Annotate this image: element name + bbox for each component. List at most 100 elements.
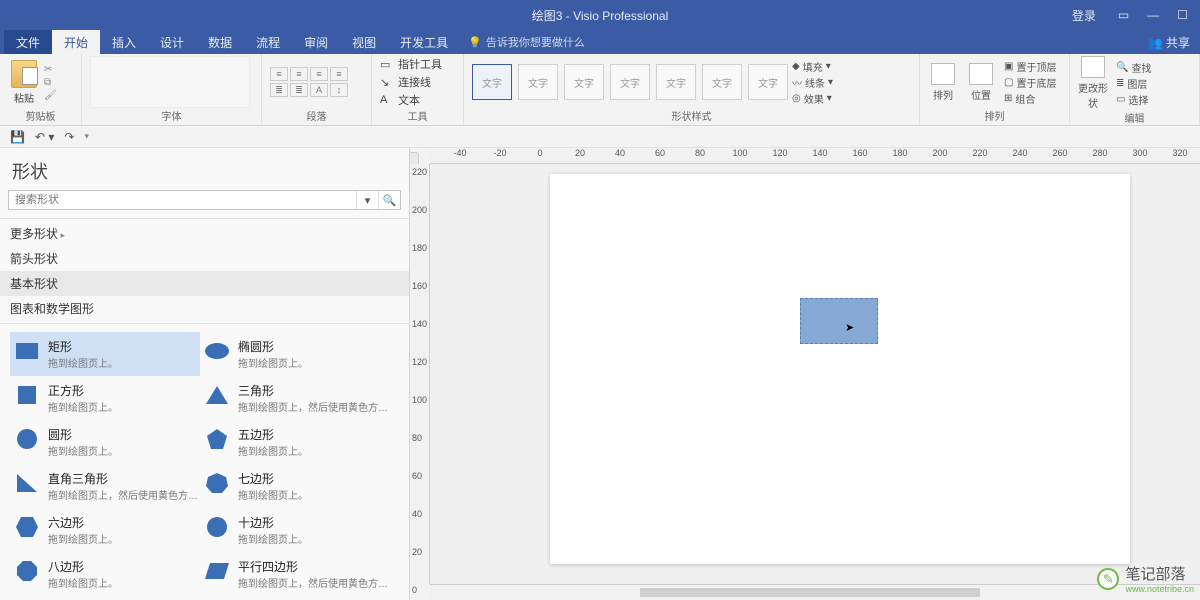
format-painter-icon[interactable]: 🖌 xyxy=(44,90,57,101)
shape-item-圆形[interactable]: 圆形拖到绘图页上。 xyxy=(10,420,200,464)
ruler-horizontal: -40-200204060801001201401601802002202402… xyxy=(430,148,1200,164)
select-button[interactable]: ▭选择 xyxy=(1116,92,1151,107)
tab-process[interactable]: 流程 xyxy=(244,30,292,54)
effects-button[interactable]: ◎效果▾ xyxy=(792,91,833,106)
qat-customize-icon[interactable]: ▾ xyxy=(84,131,89,142)
group-styles-label: 形状样式 xyxy=(472,108,911,125)
effects-icon: ◎ xyxy=(792,93,801,104)
search-input[interactable] xyxy=(9,191,356,209)
style-swatch[interactable]: 文字 xyxy=(564,64,604,100)
change-shape-icon xyxy=(1081,56,1105,78)
shape-item-六边形[interactable]: 六边形拖到绘图页上。 xyxy=(10,508,200,552)
horizontal-scrollbar[interactable] xyxy=(430,584,1200,600)
style-swatch[interactable]: 文字 xyxy=(656,64,696,100)
layer-button[interactable]: ≣图层 xyxy=(1116,76,1151,91)
ruler-tick: 180 xyxy=(892,148,907,158)
shape-icon xyxy=(14,426,40,452)
ruler-tick: 40 xyxy=(412,509,422,519)
shape-hint: 拖到绘图页上，然后使用黄色方形... xyxy=(238,399,388,414)
shape-item-直角三角形[interactable]: 直角三角形拖到绘图页上，然后使用黄色方形... xyxy=(10,464,200,508)
sort-button[interactable]: 排列 xyxy=(928,63,958,102)
shape-hint: 拖到绘图页上。 xyxy=(238,355,308,370)
save-icon[interactable]: 💾 xyxy=(10,130,25,144)
doc-title: 绘图3 - Visio Professional xyxy=(532,7,669,24)
paste-button[interactable]: 粘贴 xyxy=(8,60,40,105)
style-swatch[interactable]: 文字 xyxy=(472,64,512,100)
line-button[interactable]: 〰线条▾ xyxy=(792,75,833,90)
font-controls[interactable] xyxy=(90,56,250,108)
bring-front-button[interactable]: ▣置于顶层 xyxy=(1004,59,1056,74)
share-button[interactable]: 👥 共享 xyxy=(1138,30,1200,54)
shape-icon xyxy=(14,558,40,584)
shape-name: 直角三角形 xyxy=(48,470,198,487)
ribbon-display-icon[interactable]: ▭ xyxy=(1118,8,1129,22)
position-button[interactable]: 位置 xyxy=(966,63,996,102)
window-controls: 登录 ▭ — ☐ xyxy=(1072,7,1200,24)
text-icon: A xyxy=(380,94,394,106)
shape-item-三角形[interactable]: 三角形拖到绘图页上，然后使用黄色方形... xyxy=(200,376,390,420)
group-button[interactable]: ⊞组合 xyxy=(1004,91,1056,106)
shape-name: 三角形 xyxy=(238,382,388,399)
tab-home[interactable]: 开始 xyxy=(52,30,100,54)
shape-item-矩形[interactable]: 矩形拖到绘图页上。 xyxy=(10,332,200,376)
style-swatch[interactable]: 文字 xyxy=(748,64,788,100)
tab-design[interactable]: 设计 xyxy=(148,30,196,54)
shape-item-椭圆形[interactable]: 椭圆形拖到绘图页上。 xyxy=(200,332,390,376)
style-swatch[interactable]: 文字 xyxy=(610,64,650,100)
send-back-button[interactable]: ▢置于底层 xyxy=(1004,75,1056,90)
connector-tool[interactable]: ↘连接线 xyxy=(380,74,442,90)
drawing-canvas[interactable]: ➤ xyxy=(430,164,1200,584)
shape-icon xyxy=(204,558,230,584)
shape-icon xyxy=(204,338,230,364)
tab-review[interactable]: 审阅 xyxy=(292,30,340,54)
paragraph-controls[interactable]: ≡≡≡≡ ≣≣A↕ xyxy=(270,67,362,97)
stencil-chart[interactable]: 图表和数学图形 xyxy=(0,296,409,321)
pointer-tool[interactable]: ▭指针工具 xyxy=(380,56,442,72)
shape-icon xyxy=(14,514,40,540)
find-icon: 🔍 xyxy=(1116,62,1128,73)
tab-developer[interactable]: 开发工具 xyxy=(388,30,460,54)
style-swatch[interactable]: 文字 xyxy=(702,64,742,100)
search-icon[interactable]: 🔍 xyxy=(378,191,400,209)
style-swatch[interactable]: 文字 xyxy=(518,64,558,100)
tell-me-search[interactable]: 💡 告诉我你想要做什么 xyxy=(468,30,585,54)
stencil-more[interactable]: 更多形状 xyxy=(0,221,409,246)
maximize-icon[interactable]: ☐ xyxy=(1177,8,1188,22)
page[interactable]: ➤ xyxy=(550,174,1130,564)
login-link[interactable]: 登录 xyxy=(1072,7,1096,24)
front-icon: ▣ xyxy=(1004,61,1013,72)
group-arrange-label: 排列 xyxy=(928,108,1061,125)
text-tool[interactable]: A文本 xyxy=(380,92,442,108)
shape-item-七边形[interactable]: 七边形拖到绘图页上。 xyxy=(200,464,390,508)
ruler-tick: 180 xyxy=(412,243,427,253)
shape-icon xyxy=(204,514,230,540)
ruler-tick: 100 xyxy=(732,148,747,158)
line-icon: 〰 xyxy=(792,75,802,90)
ruler-tick: 300 xyxy=(1132,148,1147,158)
undo-icon[interactable]: ↶ ▾ xyxy=(35,130,54,144)
select-icon: ▭ xyxy=(1116,94,1125,105)
rectangle-shape[interactable]: ➤ xyxy=(800,298,878,344)
shape-hint: 拖到绘图页上。 xyxy=(238,443,308,458)
watermark-logo-icon: ✎ xyxy=(1093,563,1124,594)
copy-icon[interactable]: ⧉ xyxy=(44,77,57,88)
tab-file[interactable]: 文件 xyxy=(4,30,52,54)
stencil-basic[interactable]: 基本形状 xyxy=(0,271,409,296)
tab-data[interactable]: 数据 xyxy=(196,30,244,54)
shape-item-五边形[interactable]: 五边形拖到绘图页上。 xyxy=(200,420,390,464)
fill-button[interactable]: ◆填充▾ xyxy=(792,59,833,74)
minimize-icon[interactable]: — xyxy=(1147,8,1159,22)
change-shape-button[interactable]: 更改形状 xyxy=(1078,56,1108,110)
shape-item-八边形[interactable]: 八边形拖到绘图页上。 xyxy=(10,552,200,596)
shape-styles-gallery[interactable]: 文字 文字 文字 文字 文字 文字 文字 xyxy=(472,64,788,100)
tab-view[interactable]: 视图 xyxy=(340,30,388,54)
stencil-arrow[interactable]: 箭头形状 xyxy=(0,246,409,271)
find-button[interactable]: 🔍查找 xyxy=(1116,60,1151,75)
shape-item-平行四边形[interactable]: 平行四边形拖到绘图页上，然后使用黄色方形... xyxy=(200,552,390,596)
search-dropdown-icon[interactable]: ▾ xyxy=(356,191,378,209)
shape-item-十边形[interactable]: 十边形拖到绘图页上。 xyxy=(200,508,390,552)
shape-item-正方形[interactable]: 正方形拖到绘图页上。 xyxy=(10,376,200,420)
tab-insert[interactable]: 插入 xyxy=(100,30,148,54)
redo-icon[interactable]: ↷ xyxy=(64,130,74,144)
cut-icon[interactable]: ✂ xyxy=(44,64,57,75)
